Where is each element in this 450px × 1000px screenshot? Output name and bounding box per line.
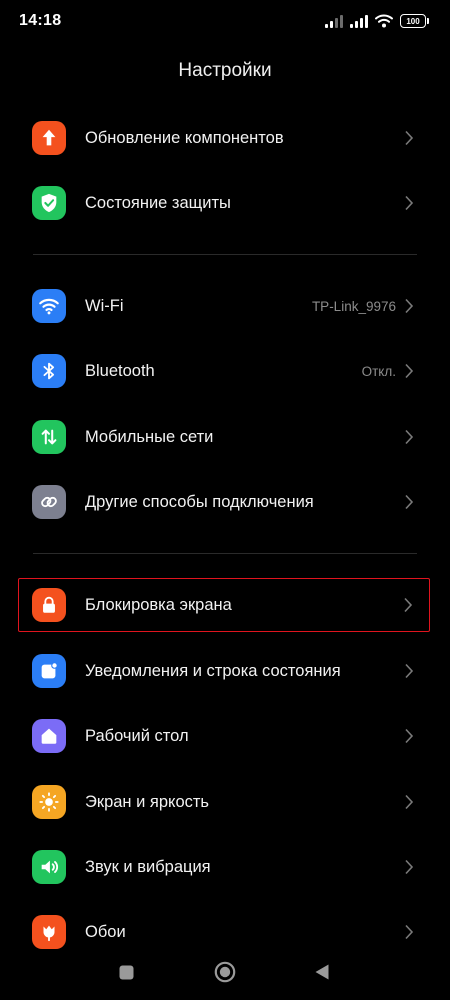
link-icon [32,485,66,519]
home-circle-icon[interactable] [213,960,237,984]
divider [33,254,417,255]
chevron-right-icon [401,597,415,613]
settings-item-home-screen[interactable]: Рабочий стол [18,709,430,763]
signal-icon [325,14,343,28]
divider [33,553,417,554]
chevron-right-icon [402,728,416,744]
chevron-right-icon [402,663,416,679]
chevron-right-icon [402,298,416,314]
settings-item-label: Мобильные сети [85,427,214,446]
battery-icon: 100 [400,14,429,28]
settings-item-notifications[interactable]: Уведомления и строка состояния [18,644,430,698]
settings-item-label: Уведомления и строка состояния [85,661,341,680]
settings-item-wifi[interactable]: Wi-Fi TP-Link_9976 [18,279,430,333]
speaker-icon [32,850,66,884]
settings-item-sound-vibration[interactable]: Звук и вибрация [18,840,430,894]
mobile-data-icon [32,420,66,454]
wifi-network-name: TP-Link_9976 [311,298,396,314]
settings-item-label: Другие способы подключения [85,492,314,511]
wifi-icon [32,289,66,323]
battery-level: 100 [406,16,420,26]
settings-item-label: Bluetooth [85,361,155,380]
status-bar: 14:18 100 [0,0,450,44]
settings-item-label: Обновление компонентов [85,128,284,147]
settings-item-label: Звук и вибрация [85,857,211,876]
shield-check-icon [32,186,66,220]
arrow-up-icon [32,121,66,155]
settings-item-label: Блокировка экрана [85,595,232,614]
chevron-right-icon [402,429,416,445]
settings-item-label: Состояние защиты [85,193,231,212]
chevron-right-icon [402,924,416,940]
sun-icon [32,785,66,819]
settings-item-label: Рабочий стол [85,726,189,745]
chevron-right-icon [402,494,416,510]
chevron-right-icon [402,363,416,379]
settings-item-lock-screen[interactable]: Блокировка экрана [18,578,430,632]
tulip-icon [32,915,66,949]
signal-icon [350,14,368,28]
chevron-right-icon [402,195,416,211]
chevron-right-icon [402,130,416,146]
chevron-right-icon [402,859,416,875]
navigation-bar [0,945,450,1000]
recents-icon[interactable] [117,963,135,981]
notification-icon [32,654,66,688]
status-icons: 100 [325,14,429,28]
settings-item-protection-status[interactable]: Состояние защиты [18,176,430,230]
chevron-right-icon [402,794,416,810]
lock-icon [32,588,66,622]
bluetooth-icon [32,354,66,388]
settings-item-bluetooth[interactable]: Bluetooth Откл. [18,344,430,398]
bluetooth-status: Откл. [361,363,396,379]
settings-item-mobile-networks[interactable]: Мобильные сети [18,410,430,464]
settings-item-display-brightness[interactable]: Экран и яркость [18,775,430,829]
settings-item-component-update[interactable]: Обновление компонентов [18,111,430,165]
page-title: Настройки [178,60,272,81]
settings-item-other-connections[interactable]: Другие способы подключения [18,475,430,529]
settings-item-label: Экран и яркость [85,792,210,811]
wifi-icon [375,14,393,28]
settings-item-label: Wi-Fi [85,296,124,315]
back-icon[interactable] [313,962,331,982]
home-icon [32,719,66,753]
status-time: 14:18 [19,12,62,29]
settings-item-label: Обои [85,922,126,941]
